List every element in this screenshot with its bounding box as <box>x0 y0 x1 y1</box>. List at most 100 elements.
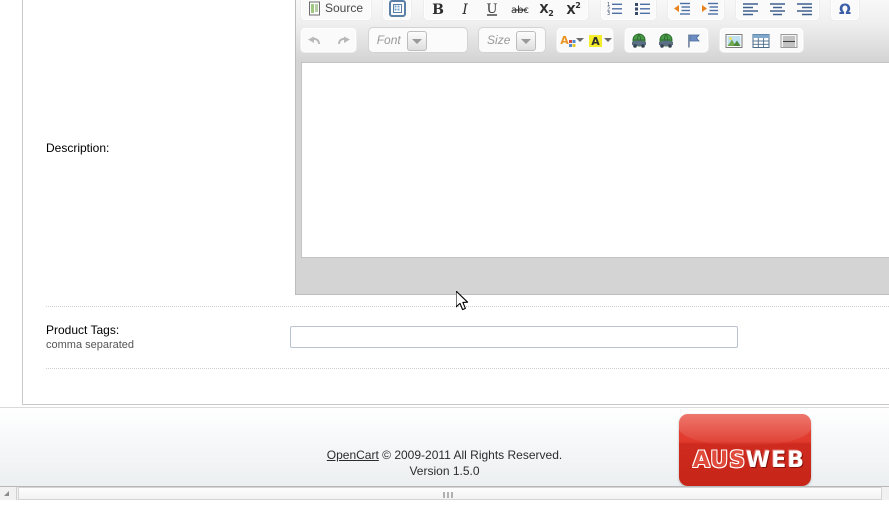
bold-button[interactable]: B <box>426 0 450 20</box>
align-center-icon <box>769 2 786 16</box>
toolbar-group-document: Source <box>300 0 373 21</box>
editor-footer-bar <box>296 263 889 294</box>
link-button[interactable] <box>627 28 651 52</box>
chevron-down-icon <box>576 28 585 52</box>
toolbar-row-2: Font Size A A <box>296 25 889 57</box>
svg-text:3: 3 <box>607 11 610 16</box>
anchor-button[interactable] <box>682 28 706 52</box>
toolbar-row-1: Source B I U abc X 2 X 2 1 2 3 Ω <box>296 0 889 25</box>
toolbar-group-colors: A A <box>556 27 614 53</box>
svg-text:I: I <box>461 2 468 17</box>
underline-button[interactable]: U <box>480 0 504 20</box>
subscript-icon: X2 <box>538 1 556 18</box>
toolbar-group-specialchar: Ω <box>830 0 861 21</box>
align-right-icon <box>796 2 813 16</box>
undo-button[interactable] <box>303 28 327 52</box>
logo-gloss <box>679 414 811 446</box>
size-combo[interactable]: Size <box>478 27 547 53</box>
horizontal-rule-icon <box>780 33 798 49</box>
bulleted-list-icon <box>634 1 651 16</box>
omega-icon: Ω <box>837 1 853 18</box>
superscript-icon: X2 <box>565 1 583 17</box>
product-tags-hint: comma separated <box>46 339 135 351</box>
strikethrough-icon: abc <box>511 1 529 17</box>
toolbar-group-insert <box>719 27 804 53</box>
svg-text:2: 2 <box>548 9 554 17</box>
row-separator-top <box>46 306 889 307</box>
scrollbar-thumb[interactable] <box>18 487 882 500</box>
italic-button[interactable]: I <box>453 0 477 20</box>
superscript-button[interactable]: X2 <box>562 0 586 20</box>
svg-text:B: B <box>432 2 444 17</box>
toolbar-group-undoredo <box>300 27 358 53</box>
toolbar-group-list: 123 <box>599 0 658 21</box>
toolbar-group-templates <box>382 0 413 21</box>
form-row-product-tags: Product Tags: comma separated <box>23 306 889 369</box>
svg-text:Ω: Ω <box>839 2 851 17</box>
panel-bottom-border <box>22 404 889 405</box>
chevron-down-icon <box>603 28 613 52</box>
rich-text-editor[interactable]: Source B I U abc X 2 X 2 1 2 3 Ω Font Si… <box>295 0 889 295</box>
font-combo[interactable]: Font <box>367 27 468 53</box>
align-left-button[interactable] <box>738 0 762 20</box>
subscript-button[interactable]: X2 <box>535 0 559 20</box>
logo-text-aus: AUS <box>692 448 746 473</box>
product-tags-input[interactable] <box>290 326 738 348</box>
scrollbar-grip <box>443 492 457 498</box>
indent-icon <box>701 1 719 16</box>
image-icon <box>725 33 743 49</box>
special-char-button[interactable]: Ω <box>833 0 857 20</box>
horizontal-scrollbar[interactable] <box>0 486 889 500</box>
unlink-button[interactable] <box>654 28 678 52</box>
font-combo-label: Font <box>376 33 401 47</box>
bg-color-button[interactable]: A <box>587 28 613 52</box>
link-globe-icon <box>630 33 648 49</box>
svg-text:2: 2 <box>576 1 582 10</box>
unlink-globe-icon <box>657 33 675 49</box>
undo-arrow-icon <box>307 34 324 48</box>
table-button[interactable] <box>749 28 773 52</box>
align-right-button[interactable] <box>793 0 817 20</box>
background-color-icon: A <box>587 33 604 49</box>
logo-text-web: WEB <box>745 448 805 473</box>
source-icon <box>307 1 322 16</box>
editor-toolbar: Source B I U abc X 2 X 2 1 2 3 Ω Font Si… <box>296 0 889 61</box>
text-color-button[interactable]: A <box>559 28 585 52</box>
numbered-list-button[interactable]: 123 <box>603 0 627 20</box>
editor-content-area[interactable] <box>301 62 889 258</box>
source-button[interactable]: Source <box>303 0 369 20</box>
chevron-down-icon <box>406 31 427 51</box>
description-label: Description: <box>46 141 110 155</box>
templates-button[interactable] <box>385 0 409 20</box>
strikethrough-button[interactable]: abc <box>508 0 532 20</box>
image-button[interactable] <box>722 28 746 52</box>
svg-text:A: A <box>591 35 600 48</box>
align-left-icon <box>742 2 759 16</box>
horizontal-rule-button[interactable] <box>777 28 801 52</box>
size-combo-label: Size <box>487 33 511 47</box>
chevron-down-icon <box>516 31 537 51</box>
source-button-label: Source <box>325 1 364 15</box>
outdent-icon <box>673 1 691 16</box>
toolbar-group-align <box>735 0 820 21</box>
redo-button[interactable] <box>330 28 354 52</box>
table-icon <box>752 33 770 49</box>
footer-top-border <box>0 407 889 408</box>
indent-button[interactable] <box>698 0 722 20</box>
align-center-button[interactable] <box>766 0 790 20</box>
toolbar-group-basicstyles: B I U abc X 2 X 2 <box>422 0 590 21</box>
form-row-description: Description: Source B I U abc X 2 X 2 1 … <box>23 0 889 305</box>
outdent-button[interactable] <box>670 0 694 20</box>
toolbar-group-links <box>624 27 709 53</box>
anchor-flag-icon <box>686 33 702 49</box>
toolbar-group-indent <box>667 0 725 21</box>
ausweb-logo: AUSWEB <box>679 414 811 486</box>
scrollbar-left-arrow[interactable] <box>0 487 17 500</box>
svg-text:A: A <box>561 34 570 47</box>
bulleted-list-button[interactable] <box>630 0 654 20</box>
bold-icon: B <box>430 1 446 18</box>
templates-icon <box>388 0 406 18</box>
italic-icon: I <box>457 1 473 18</box>
page-viewport: Description: Source B I U abc X 2 X 2 1 … <box>0 0 889 486</box>
opencart-link[interactable]: OpenCart <box>327 448 379 462</box>
